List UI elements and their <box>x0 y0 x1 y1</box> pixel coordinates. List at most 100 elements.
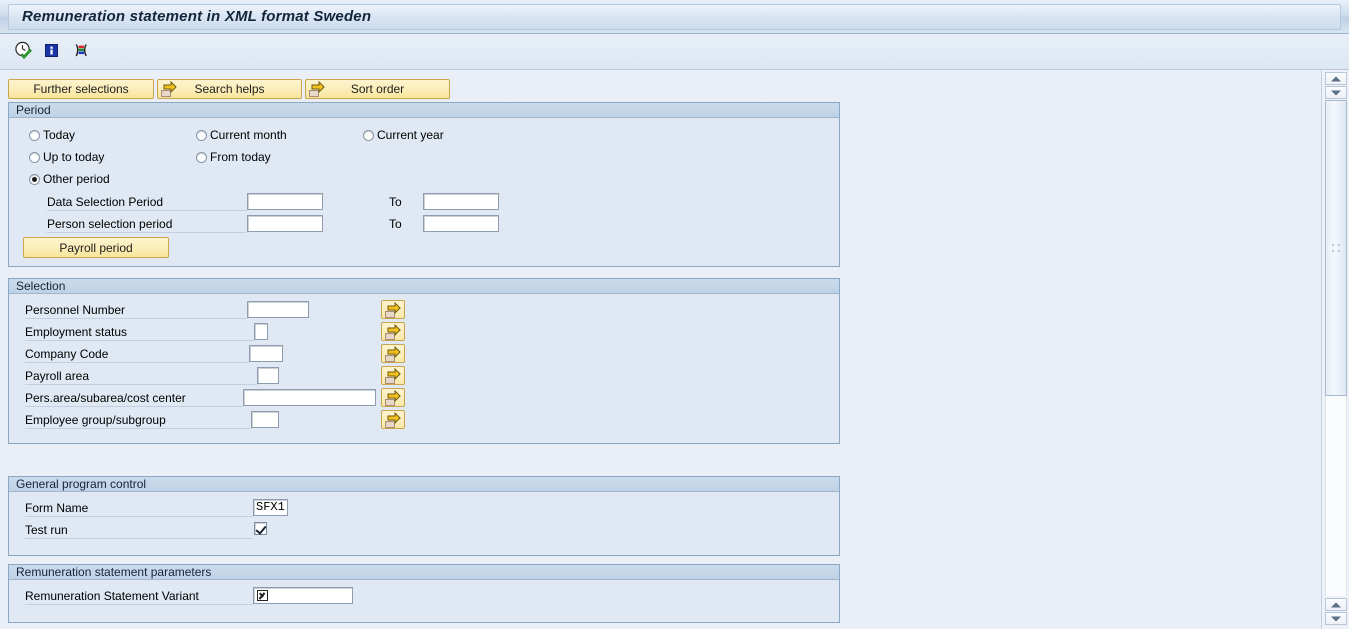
radio-dot <box>29 151 40 163</box>
scroll-up-button-bottom[interactable] <box>1325 598 1347 611</box>
employment-status-multi-select-button[interactable] <box>381 322 405 341</box>
sort-order-label: Sort order <box>350 82 405 96</box>
pers-area-subarea-cost-center-multi-select-button[interactable] <box>381 388 405 407</box>
radio-dot <box>363 129 374 141</box>
radio-dot <box>29 129 40 141</box>
payroll-area-multi-select-button[interactable] <box>381 366 405 385</box>
radio-today-label: Today <box>43 128 76 142</box>
arrow-right-icon <box>308 81 326 97</box>
person-selection-period-to-input[interactable] <box>423 215 499 232</box>
application-toolbar: © www.tutorialkart.com <box>0 34 1349 97</box>
employee-group-subgroup-multi-select-button[interactable] <box>381 410 405 429</box>
radio-today[interactable]: Today <box>29 128 75 142</box>
employment-status-label: Employment status <box>25 324 254 341</box>
chevron-up-icon <box>1331 76 1341 81</box>
radio-dot-selected <box>29 173 40 185</box>
employment-status-input[interactable] <box>254 323 268 340</box>
arrow-right-icon <box>384 390 402 406</box>
test-run-label: Test run <box>25 522 253 539</box>
radio-current-month-label: Current month <box>210 128 287 142</box>
radio-current-year-label: Current year <box>377 128 444 142</box>
arrow-right-icon <box>384 346 402 362</box>
data-selection-period-to-input[interactable] <box>423 193 499 210</box>
general-program-control-title: General program control <box>9 477 839 492</box>
execute-clock-icon[interactable] <box>14 41 33 60</box>
employee-group-subgroup-input[interactable] <box>251 411 279 428</box>
variant-icon[interactable] <box>72 41 91 60</box>
radio-dot <box>196 129 207 141</box>
chevron-down-icon <box>1331 90 1341 95</box>
toolbar-button-row: Further selections Search helps Sort ord… <box>8 79 450 99</box>
toolbar-icon-group <box>14 41 91 60</box>
further-selections-label: Further selections <box>33 82 129 96</box>
data-selection-period-label: Data Selection Period <box>47 194 247 211</box>
radio-other-period[interactable]: Other period <box>29 172 110 186</box>
period-group-body: Today Current month Current year Up to t… <box>9 118 839 281</box>
scroll-up-button[interactable] <box>1325 72 1347 85</box>
search-helps-label: Search helps <box>194 82 265 96</box>
scroll-down-button[interactable] <box>1325 86 1347 99</box>
person-selection-period-to-label: To <box>389 217 402 231</box>
chevron-down-icon <box>1331 616 1341 621</box>
company-code-multi-select-button[interactable] <box>381 344 405 363</box>
payroll-period-label: Payroll period <box>59 240 133 255</box>
value-help-checkbox-icon <box>257 590 268 601</box>
employee-group-subgroup-label: Employee group/subgroup <box>25 412 251 429</box>
period-group: Period Today Current month Current year … <box>8 102 840 267</box>
general-program-control-body: Form Name SFX1 Test run <box>9 492 839 570</box>
radio-dot <box>196 151 207 163</box>
scroll-down-button-bottom[interactable] <box>1325 612 1347 625</box>
sort-order-button[interactable]: Sort order <box>305 79 450 99</box>
arrow-right-icon <box>384 412 402 428</box>
period-group-title: Period <box>9 103 839 118</box>
radio-up-to-today[interactable]: Up to today <box>29 150 104 164</box>
vertical-scrollbar[interactable] <box>1321 70 1349 629</box>
further-selections-button[interactable]: Further selections <box>8 79 154 99</box>
scrollbar-grip-icon <box>1331 243 1341 253</box>
arrow-right-icon <box>384 302 402 318</box>
general-program-control-group: General program control Form Name SFX1 T… <box>8 476 840 556</box>
selection-group-title: Selection <box>9 279 839 294</box>
remuneration-statement-parameters-group: Remuneration statement parameters Remune… <box>8 564 840 623</box>
radio-current-month[interactable]: Current month <box>196 128 287 142</box>
radio-from-today[interactable]: From today <box>196 150 271 164</box>
radio-up-to-today-label: Up to today <box>43 150 105 164</box>
test-run-checkbox[interactable] <box>254 522 267 535</box>
radio-from-today-label: From today <box>210 150 271 164</box>
person-selection-period-from-input[interactable] <box>247 215 323 232</box>
remuneration-statement-variant-label: Remuneration Statement Variant <box>25 588 253 605</box>
arrow-right-icon <box>160 81 178 97</box>
search-helps-button[interactable]: Search helps <box>157 79 302 99</box>
arrow-right-icon <box>384 324 402 340</box>
arrow-right-icon <box>384 368 402 384</box>
page-title: Remuneration statement in XML format Swe… <box>22 8 372 25</box>
payroll-area-label: Payroll area <box>25 368 257 385</box>
radio-other-period-label: Other period <box>43 172 110 186</box>
company-code-label: Company Code <box>25 346 249 363</box>
personnel-number-label: Personnel Number <box>25 302 247 319</box>
scrollbar-thumb[interactable] <box>1325 100 1347 396</box>
person-selection-period-label: Person selection period <box>47 216 247 233</box>
personnel-number-multi-select-button[interactable] <box>381 300 405 319</box>
info-icon[interactable] <box>43 41 62 60</box>
pers-area-subarea-cost-center-input[interactable] <box>243 389 376 406</box>
selection-group: Selection Personnel Number Employment st… <box>8 278 840 444</box>
remuneration-statement-parameters-title: Remuneration statement parameters <box>9 565 839 580</box>
selection-screen-content: Further selections Search helps Sort ord… <box>0 70 1321 629</box>
payroll-period-button[interactable]: Payroll period <box>23 237 169 258</box>
window-title-bar: Remuneration statement in XML format Swe… <box>0 0 1349 34</box>
pers-area-subarea-cost-center-label: Pers.area/subarea/cost center <box>25 390 243 407</box>
remuneration-statement-parameters-body: Remuneration Statement Variant <box>9 580 839 629</box>
form-name-label: Form Name <box>25 500 253 517</box>
selection-group-body: Personnel Number Employment status Compa… <box>9 294 839 458</box>
form-name-input[interactable]: SFX1 <box>253 499 288 516</box>
personnel-number-input[interactable] <box>247 301 309 318</box>
radio-current-year[interactable]: Current year <box>363 128 444 142</box>
data-selection-period-to-label: To <box>389 195 402 209</box>
payroll-area-input[interactable] <box>257 367 279 384</box>
sap-gui-window: Remuneration statement in XML format Swe… <box>0 0 1349 629</box>
chevron-up-icon <box>1331 602 1341 607</box>
remuneration-statement-variant-input[interactable] <box>253 587 353 604</box>
data-selection-period-from-input[interactable] <box>247 193 323 210</box>
company-code-input[interactable] <box>249 345 283 362</box>
